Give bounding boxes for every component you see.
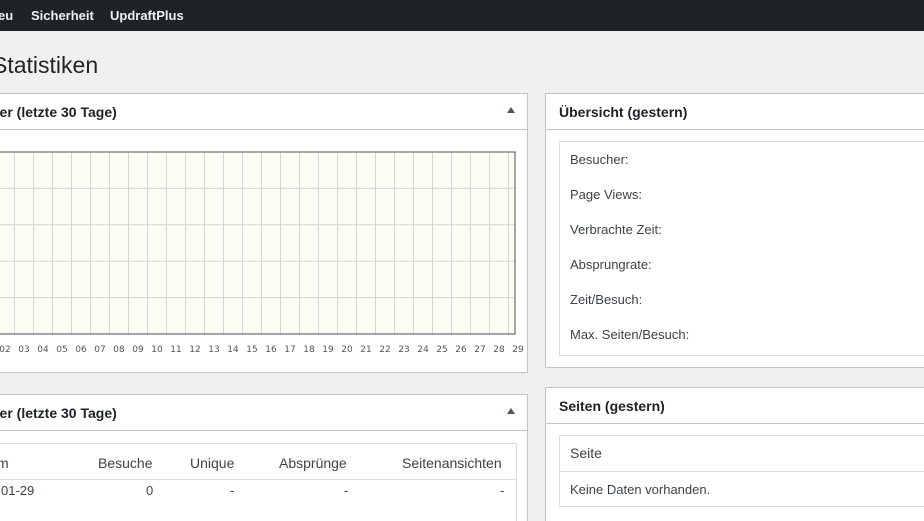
x-tick-label: 23 (398, 345, 409, 355)
x-tick-label: 12 (189, 345, 200, 355)
adminbar-item-sicherheit[interactable]: Sicherheit (31, 0, 94, 31)
column-header-seite[interactable]: Seite (570, 445, 602, 461)
adminbar-item-menu[interactable]: eu (0, 0, 13, 31)
pages-header: Seiten (gestern) (546, 388, 924, 424)
overview-label-besucher: Besucher: (570, 152, 629, 167)
cell-date: 01-29 (1, 483, 35, 498)
x-tick-label: 09 (132, 345, 144, 355)
visits-table-box: her (letzte 30 Tage) m Besuche Unique Ab… (0, 394, 528, 521)
x-tick-label: 22 (379, 345, 390, 355)
x-tick-label: 05 (56, 345, 67, 355)
x-tick-label: 18 (303, 345, 315, 355)
x-tick-label: 04 (37, 345, 49, 355)
x-tick-label: 29 (512, 345, 524, 355)
visitors-chart-box: her (letzte 30 Tage) 02 03 04 05 06 07 08 09 10 1… (0, 93, 528, 373)
pages-header-divider (559, 471, 924, 472)
table-header-divider (0, 479, 517, 480)
column-header-absprunge[interactable]: Absprünge (279, 455, 347, 471)
cell-visits: 0 (146, 483, 154, 498)
x-tick-label: 14 (227, 345, 239, 355)
x-tick-label: 11 (170, 345, 181, 355)
visitors-chart: 02 03 04 05 06 07 08 09 10 11 12 13 14 15 16 17 18 19 20 21… (0, 151, 524, 355)
column-header-unique[interactable]: Unique (190, 455, 234, 471)
x-tick-label: 03 (18, 345, 29, 355)
overview-label-absprungrate: Absprungrate: (570, 257, 652, 272)
overview-header: Übersicht (gestern) (546, 94, 924, 130)
adminbar-item-updraftplus[interactable]: UpdraftPlus (110, 0, 184, 31)
pages-empty-text: Keine Daten vorhanden. (570, 482, 711, 497)
visits-table-header: her (letzte 30 Tage) (0, 395, 527, 431)
admin-bar: eu Sicherheit UpdraftPlus (0, 0, 924, 31)
column-header-datum[interactable]: m (0, 455, 9, 471)
pages-title: Seiten (gestern) (559, 398, 665, 414)
x-tick-label: 24 (417, 345, 429, 355)
collapse-toggle-icon[interactable] (507, 408, 515, 414)
x-tick-label: 13 (208, 345, 219, 355)
column-header-besuche[interactable]: Besuche (98, 455, 152, 471)
cell-bounces: - (344, 483, 349, 498)
cell-unique: - (230, 483, 235, 498)
plot-area (0, 152, 515, 334)
overview-label-verbrachte-zeit: Verbrachte Zeit: (570, 222, 662, 237)
x-tick-label: 28 (493, 345, 505, 355)
x-tick-label: 08 (113, 345, 125, 355)
cell-pageviews: - (500, 483, 505, 498)
x-tick-label: 26 (455, 345, 467, 355)
overview-title: Übersicht (gestern) (559, 104, 688, 120)
x-tick-label: 19 (322, 345, 334, 355)
x-tick-label: 02 (0, 345, 11, 355)
overview-box: Übersicht (gestern) Besucher: Page Views… (545, 93, 924, 368)
pages-box: Seiten (gestern) Seite Keine Daten vorha… (545, 387, 924, 521)
x-tick-label: 10 (151, 345, 163, 355)
x-tick-label: 17 (284, 345, 295, 355)
x-tick-label: 25 (436, 345, 447, 355)
page-title: Statistiken (0, 52, 99, 78)
x-tick-label: 07 (94, 345, 105, 355)
overview-label-zeit-besuch: Zeit/Besuch: (570, 292, 643, 307)
overview-list (559, 141, 924, 356)
x-tick-label: 20 (341, 345, 353, 355)
column-header-seitenansichten[interactable]: Seitenansichten (402, 455, 502, 471)
visits-table-title: her (letzte 30 Tage) (0, 405, 117, 421)
x-tick-label: 27 (474, 345, 485, 355)
overview-label-page-views: Page Views: (570, 187, 643, 202)
x-tick-label: 21 (360, 345, 371, 355)
x-tick-label: 15 (246, 345, 257, 355)
x-tick-label: 06 (75, 345, 87, 355)
overview-label-max-seiten: Max. Seiten/Besuch: (570, 327, 690, 342)
x-tick-label: 16 (265, 345, 277, 355)
